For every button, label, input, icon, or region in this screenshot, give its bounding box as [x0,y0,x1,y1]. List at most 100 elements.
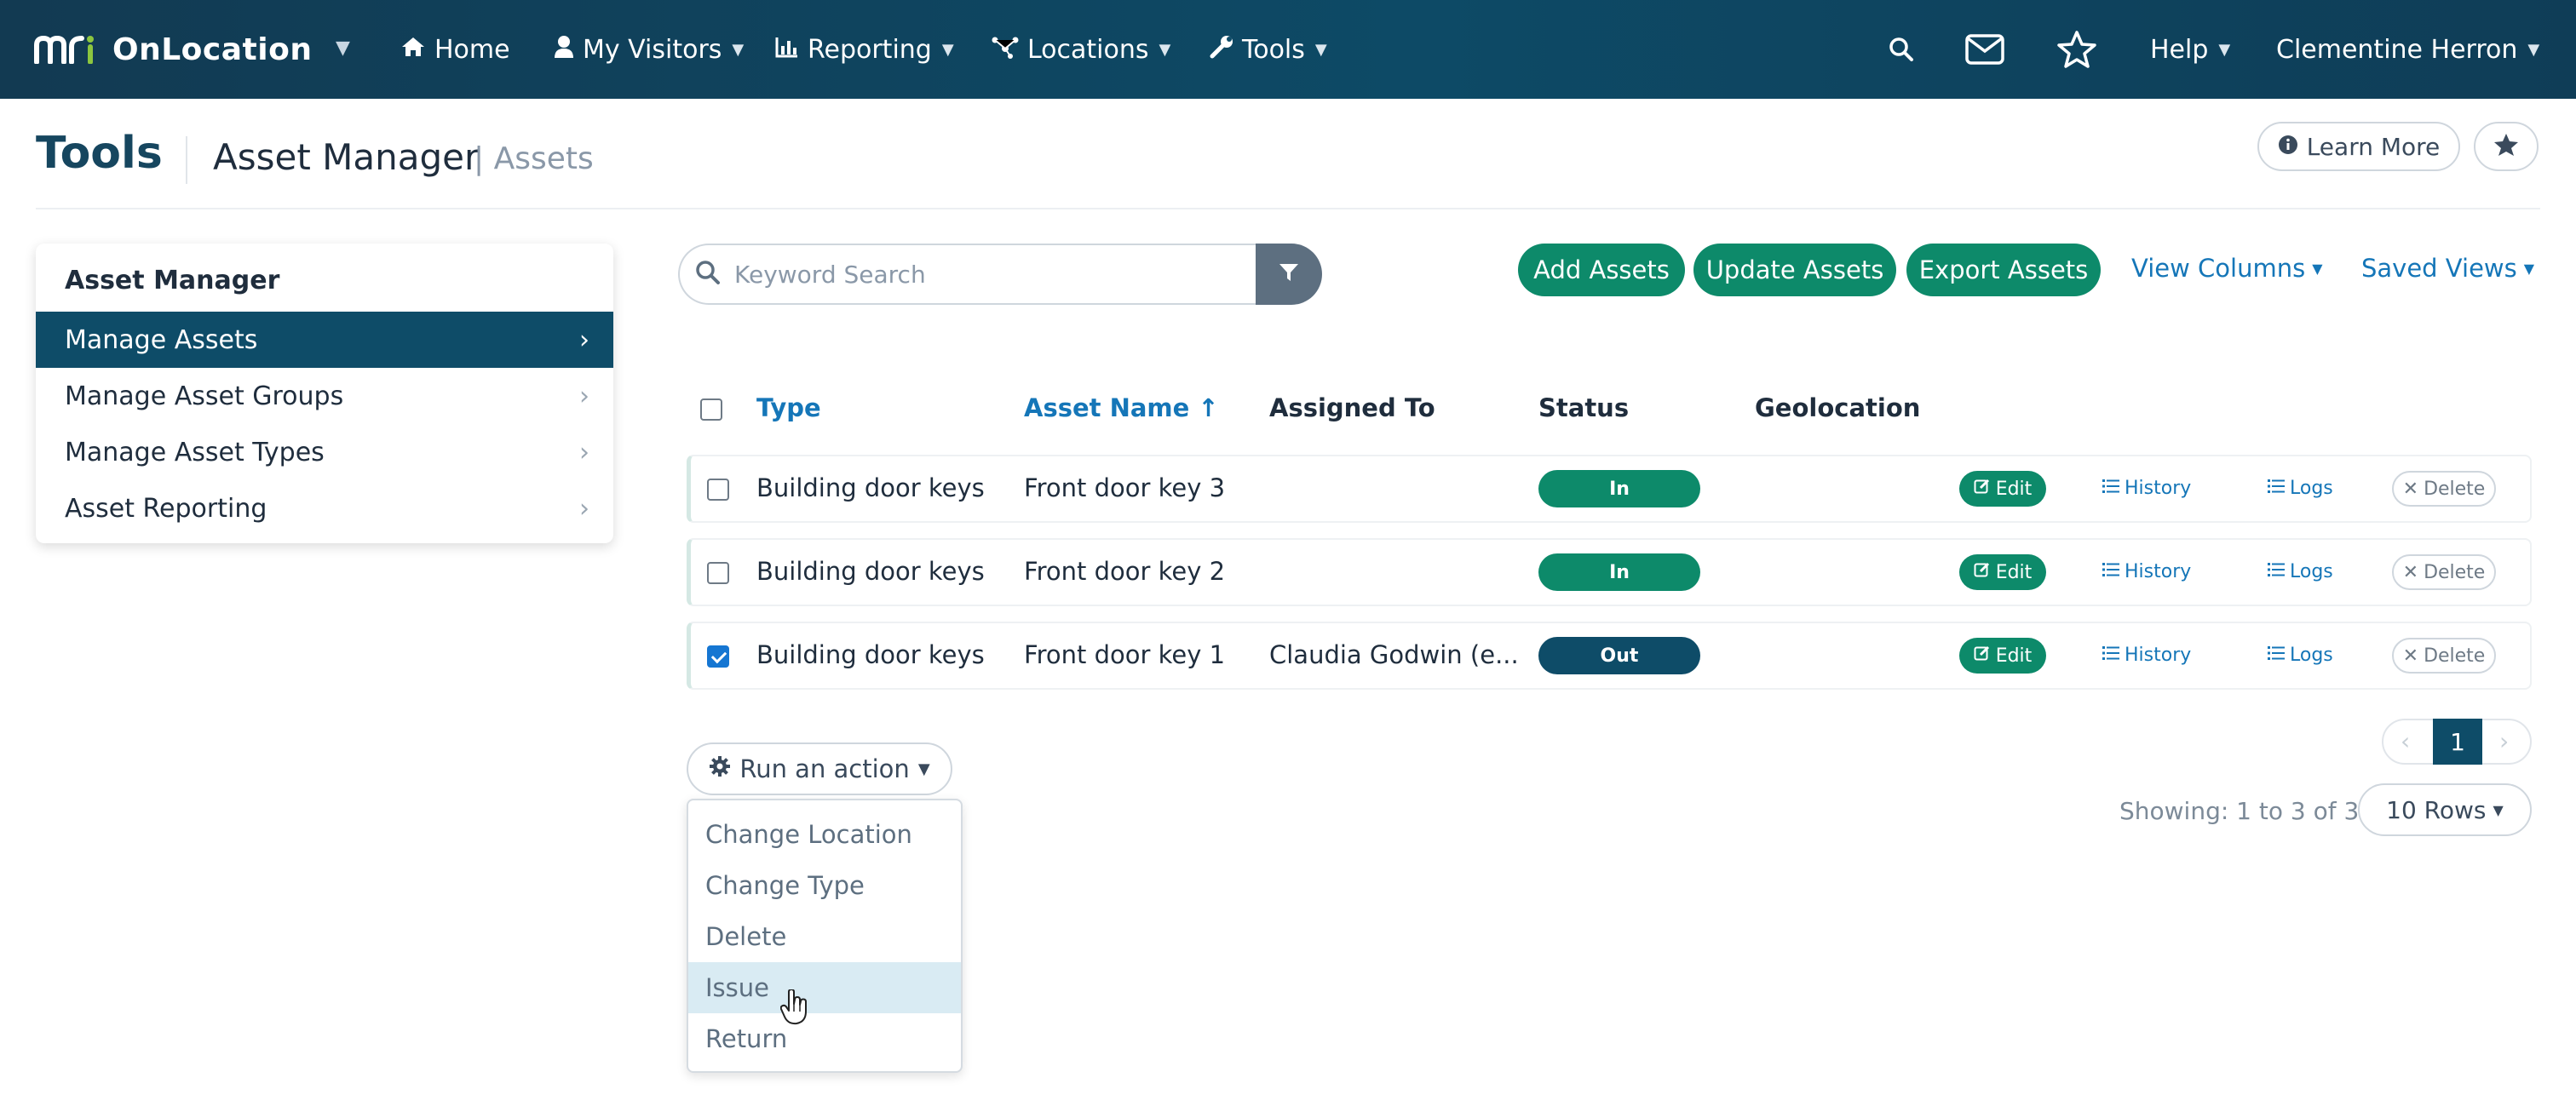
logs-link[interactable]: Logs [2268,561,2333,582]
chevron-left-icon[interactable]: ‹ [2401,727,2410,755]
column-header-status[interactable]: Status [1538,393,1629,422]
delete-button[interactable]: ✕ Delete [2392,554,2496,590]
nav-home-label: Home [434,34,510,65]
pagination: ‹ 1 › [2382,719,2532,765]
history-label: History [2125,645,2192,666]
favorite-button[interactable] [2474,122,2539,171]
page-number-current[interactable]: 1 [2433,719,2482,765]
chevron-down-icon: ▼ [732,40,745,59]
chevron-down-icon: ▼ [2312,260,2323,277]
menu-item-return[interactable]: Return [688,1013,961,1064]
sidebar-item-manage-asset-groups[interactable]: Manage Asset Groups › [36,368,613,424]
sidebar-item-asset-reporting[interactable]: Asset Reporting › [36,480,613,536]
list-icon [2268,478,2285,499]
select-all-checkbox[interactable] [700,398,722,421]
chevron-right-icon: › [579,381,589,411]
history-link[interactable]: History [2102,478,2191,499]
nav-tools-label: Tools [1242,34,1305,65]
page-title: Tools [36,128,163,179]
delete-button[interactable]: ✕ Delete [2392,471,2496,507]
logs-link[interactable]: Logs [2268,478,2333,499]
chevron-right-icon: › [579,324,589,355]
menu-item-delete[interactable]: Delete [688,911,961,962]
chevron-right-icon: › [579,437,589,467]
user-menu[interactable]: Clementine Herron ▼ [2276,29,2539,70]
list-icon [2268,561,2285,582]
gear-icon [709,754,731,783]
sidebar-item-manage-asset-types[interactable]: Manage Asset Types › [36,424,613,480]
cell-assigned-to: Claudia Godwin (e... [1269,640,1519,669]
mri-logo-mark [34,35,97,64]
nav-locations[interactable]: Locations ▼ [992,29,1170,70]
bar-chart-icon [775,36,799,64]
column-header-type[interactable]: Type [756,393,821,422]
menu-item-issue[interactable]: Issue [688,962,961,1013]
sidebar: Asset Manager Manage Assets › Manage Ass… [36,244,613,543]
edit-label: Edit [1995,645,2033,667]
hand-pointer-cursor-icon [779,989,809,1029]
sidebar-item-label: Manage Assets [65,324,258,355]
delete-button[interactable]: ✕ Delete [2392,638,2496,674]
chevron-right-icon[interactable]: › [2499,727,2509,755]
nav-tools[interactable]: Tools ▼ [1210,29,1327,70]
chevron-down-icon: ▼ [1314,40,1327,59]
search-input[interactable] [734,260,1211,289]
close-icon: ✕ [2402,561,2419,583]
filter-icon [1278,261,1300,287]
row-checkbox[interactable] [707,645,729,668]
sidebar-item-manage-assets[interactable]: Manage Assets › [36,312,613,368]
status-badge: Out [1538,637,1700,674]
star-icon[interactable] [2051,24,2102,75]
chevron-right-icon: › [579,493,589,524]
nav-help[interactable]: Help ▼ [2150,29,2230,70]
keyword-search-box [678,244,1257,305]
view-columns-dropdown[interactable]: View Columns ▼ [2131,254,2323,283]
column-header-assigned-to[interactable]: Assigned To [1269,393,1435,422]
nav-my-visitors[interactable]: My Visitors ▼ [554,29,744,70]
brand-name: OnLocation [112,32,313,67]
menu-item-change-location[interactable]: Change Location [688,809,961,860]
nav-my-visitors-label: My Visitors [583,34,722,65]
row-checkbox[interactable] [707,562,729,584]
edit-icon [1974,561,1991,583]
app-switcher-caret-icon[interactable]: ▼ [336,37,350,59]
menu-item-change-type[interactable]: Change Type [688,860,961,911]
filter-button[interactable] [1256,244,1322,305]
column-header-geolocation[interactable]: Geolocation [1755,393,1920,422]
cell-type: Building door keys [756,557,985,586]
sidebar-item-label: Asset Reporting [65,493,267,524]
chevron-down-icon: ▼ [941,40,954,59]
edit-button[interactable]: Edit [1959,471,2046,507]
history-link[interactable]: History [2102,645,2191,666]
saved-views-dropdown[interactable]: Saved Views ▼ [2361,254,2534,283]
search-icon[interactable] [1876,24,1927,75]
edit-label: Edit [1995,478,2033,500]
add-assets-button[interactable]: Add Assets [1518,244,1685,296]
logs-link[interactable]: Logs [2268,645,2333,666]
nav-reporting-label: Reporting [808,34,932,65]
rows-per-page-dropdown[interactable]: 10 Rows ▼ [2358,783,2532,836]
sidebar-item-label: Manage Asset Groups [65,381,344,411]
user-name: Clementine Herron [2276,34,2518,65]
star-icon [2493,133,2519,160]
learn-more-button[interactable]: Learn More [2257,122,2460,171]
list-icon [2102,478,2119,499]
update-assets-button[interactable]: Update Assets [1693,244,1896,296]
column-header-asset-name[interactable]: Asset Name ↑ [1024,393,1219,422]
user-icon [554,35,574,65]
run-action-button[interactable]: Run an action ▼ [687,742,952,795]
logs-label: Logs [2290,561,2333,582]
edit-button[interactable]: Edit [1959,638,2046,674]
mail-icon[interactable] [1959,24,2010,75]
row-checkbox[interactable] [707,479,729,501]
nav-home[interactable]: Home [400,29,510,70]
export-assets-button[interactable]: Export Assets [1906,244,2101,296]
history-link[interactable]: History [2102,561,2191,582]
brand-logo[interactable]: OnLocation [34,26,312,73]
nav-reporting[interactable]: Reporting ▼ [775,29,954,70]
delete-label: Delete [2424,478,2486,500]
status-badge: In [1538,470,1700,507]
delete-label: Delete [2424,561,2486,583]
edit-button[interactable]: Edit [1959,554,2046,590]
run-action-label: Run an action [739,754,910,783]
